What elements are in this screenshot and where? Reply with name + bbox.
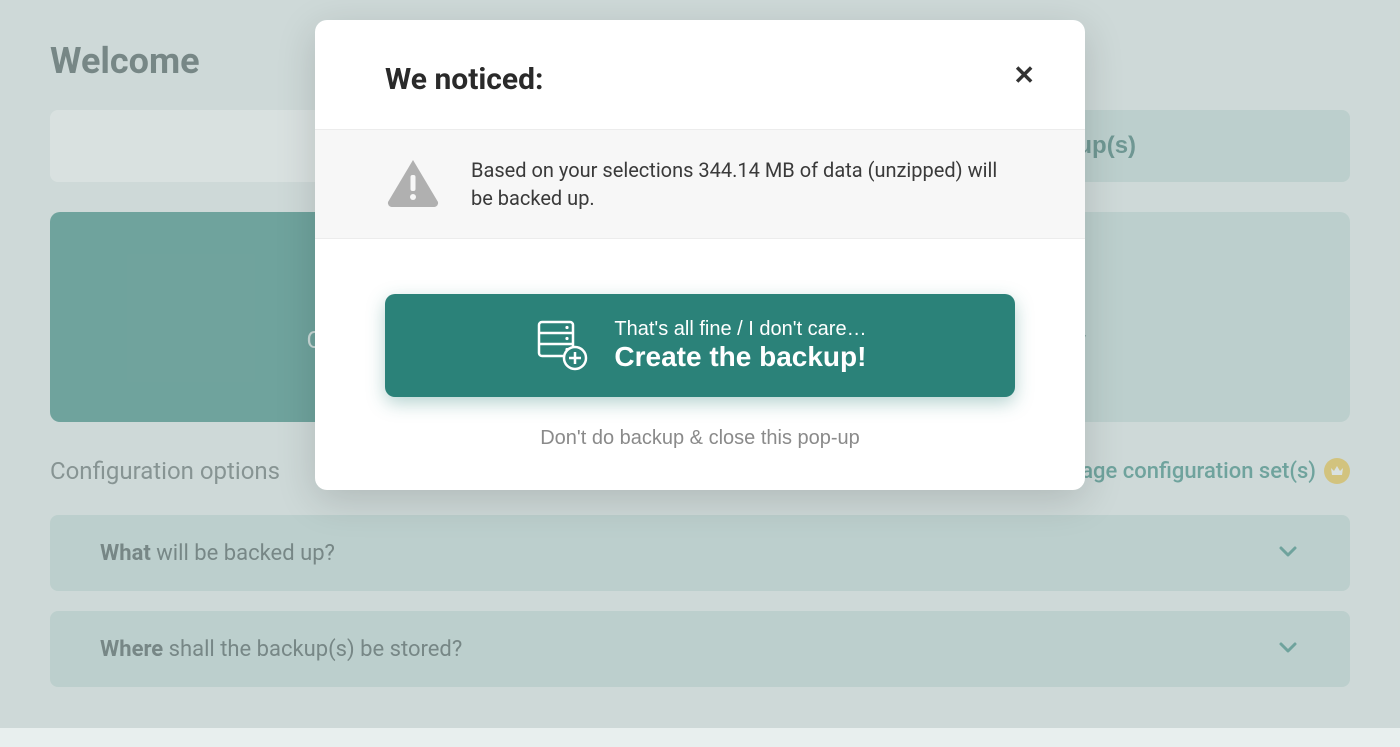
warning-icon xyxy=(385,157,441,211)
confirm-backup-modal: We noticed: ✕ Based on your selections 3… xyxy=(315,20,1085,490)
create-backup-button-text: That's all fine / I don't care… Create t… xyxy=(614,318,866,373)
modal-header: We noticed: ✕ xyxy=(315,20,1085,129)
modal-overlay: We noticed: ✕ Based on your selections 3… xyxy=(0,0,1400,728)
database-plus-icon xyxy=(533,316,589,375)
modal-notice-text: Based on your selections 344.14 MB of da… xyxy=(471,156,1015,212)
modal-body: That's all fine / I don't care… Create t… xyxy=(315,239,1085,490)
modal-title: We noticed: xyxy=(385,62,543,97)
cancel-link[interactable]: Don't do backup & close this pop-up xyxy=(540,427,860,450)
close-icon[interactable]: ✕ xyxy=(1013,62,1035,88)
create-backup-button[interactable]: That's all fine / I don't care… Create t… xyxy=(385,294,1015,397)
modal-notice-bar: Based on your selections 344.14 MB of da… xyxy=(315,129,1085,239)
